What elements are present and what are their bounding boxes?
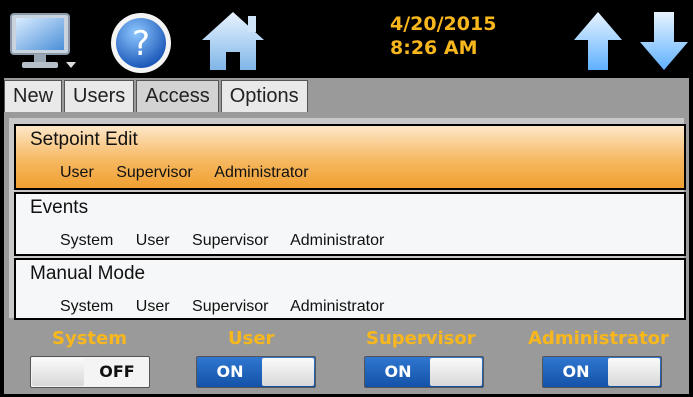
- tab-users[interactable]: Users: [64, 80, 135, 112]
- role-label: Administrator: [290, 232, 385, 249]
- item-roles: System User Supervisor Administrator: [60, 298, 402, 316]
- tab-access[interactable]: Access: [136, 80, 219, 112]
- toggle-state: ON: [562, 362, 590, 381]
- item-roles: User Supervisor Administrator: [60, 164, 327, 182]
- list-item[interactable]: Events System User Supervisor Administra…: [14, 192, 686, 256]
- toggle-label-system: System: [52, 328, 127, 349]
- role-label: Administrator: [290, 298, 385, 315]
- arrow-up-icon[interactable]: [572, 10, 624, 72]
- item-title: Manual Mode: [30, 263, 146, 284]
- toggle-knob: [608, 358, 660, 386]
- home-icon[interactable]: [198, 8, 268, 74]
- role-label: Administrator: [214, 164, 309, 181]
- toggle-state: ON: [384, 362, 412, 381]
- toggle-label-user: User: [228, 328, 275, 349]
- toggle-state: ON: [216, 362, 244, 381]
- toggle-knob: [262, 358, 314, 386]
- toggle-label-supervisor: Supervisor: [366, 328, 476, 349]
- monitor-icon[interactable]: [8, 10, 78, 72]
- svg-text:?: ?: [132, 24, 150, 64]
- role-label: System: [60, 298, 114, 315]
- role-label: User: [135, 298, 170, 315]
- user-toggle[interactable]: ON: [196, 356, 316, 388]
- help-icon[interactable]: ?: [108, 10, 174, 76]
- top-toolbar: ? 4/20/2015 8:26 AM: [0, 0, 693, 78]
- administrator-toggle[interactable]: ON: [542, 356, 662, 388]
- item-roles: System User Supervisor Administrator: [60, 232, 402, 250]
- toggle-knob: [430, 358, 482, 386]
- supervisor-toggle[interactable]: ON: [364, 356, 484, 388]
- date-label: 4/20/2015: [390, 13, 497, 35]
- role-label: System: [60, 232, 114, 249]
- date-time-display: 4/20/2015 8:26 AM: [390, 12, 496, 60]
- role-label: User: [60, 164, 94, 181]
- role-label: Supervisor: [192, 298, 269, 315]
- role-label: User: [135, 232, 170, 249]
- system-toggle[interactable]: OFF: [30, 356, 150, 388]
- role-label: Supervisor: [192, 232, 269, 249]
- toggle-knob: [32, 358, 84, 386]
- role-toggles: System OFF User ON Supervisor ON Adminis…: [0, 322, 693, 397]
- list-item[interactable]: Setpoint Edit User Supervisor Administra…: [14, 124, 686, 190]
- toggle-label-administrator: Administrator: [528, 328, 669, 349]
- tab-new[interactable]: New: [4, 80, 63, 112]
- toggle-state: OFF: [99, 362, 135, 381]
- list-item[interactable]: Manual Mode System User Supervisor Admin…: [14, 258, 686, 320]
- tab-options[interactable]: Options: [220, 80, 308, 112]
- item-title: Events: [30, 197, 89, 218]
- item-title: Setpoint Edit: [30, 129, 138, 150]
- arrow-down-icon[interactable]: [638, 10, 690, 72]
- role-label: Supervisor: [116, 164, 193, 181]
- time-label: 8:26 AM: [390, 37, 478, 59]
- tab-bar: New Users Access Options: [4, 80, 310, 113]
